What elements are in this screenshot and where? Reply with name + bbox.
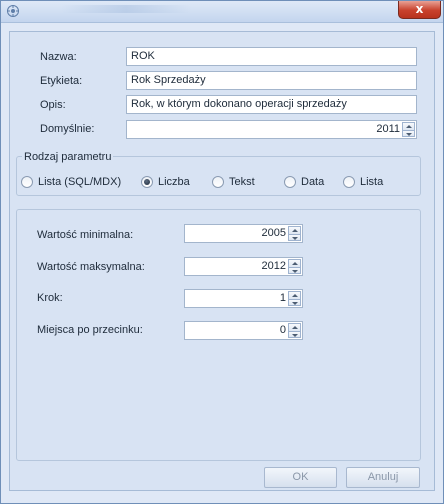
cancel-button[interactable]: Anuluj: [346, 467, 420, 488]
radio-data[interactable]: Data: [284, 175, 324, 189]
param-type-title: Rodzaj parametru: [22, 151, 114, 163]
nazwa-label: Nazwa:: [40, 51, 77, 63]
spin-up-icon[interactable]: [402, 122, 415, 130]
spin-up-icon[interactable]: [288, 226, 301, 234]
opis-label: Opis:: [40, 99, 66, 111]
min-value-label: Wartość minimalna:: [37, 229, 134, 241]
ok-button[interactable]: OK: [264, 467, 337, 488]
radio-liczba-label: Liczba: [158, 176, 190, 188]
domyslnie-label: Domyślnie:: [40, 123, 95, 135]
domyslnie-value[interactable]: 2011: [376, 123, 400, 136]
spin-up-icon[interactable]: [288, 323, 301, 331]
step-label: Krok:: [37, 292, 63, 304]
spin-down-icon[interactable]: [402, 130, 415, 137]
radio-lista-sql[interactable]: Lista (SQL/MDX): [21, 175, 121, 189]
radio-liczba-icon[interactable]: [141, 176, 153, 188]
radio-tekst[interactable]: Tekst: [212, 175, 255, 189]
spin-up-icon[interactable]: [288, 259, 301, 267]
spin-down-icon[interactable]: [288, 234, 301, 241]
decimals-spinner[interactable]: 0: [184, 321, 303, 340]
min-value[interactable]: 2005: [262, 227, 286, 240]
dialog-body: Nazwa: ROK Etykieta: Rok Sprzedaży Opis:…: [9, 31, 435, 491]
app-icon: [6, 4, 20, 18]
step-spinner[interactable]: 1: [184, 289, 303, 308]
radio-lista-sql-label: Lista (SQL/MDX): [38, 176, 122, 188]
title-bar[interactable]: x: [1, 1, 443, 23]
spin-down-icon[interactable]: [288, 331, 301, 338]
decimals-value[interactable]: 0: [280, 324, 286, 337]
radio-lista-label: Lista: [360, 176, 384, 188]
radio-lista-icon[interactable]: [343, 176, 355, 188]
radio-data-label: Data: [301, 176, 325, 188]
spin-down-icon[interactable]: [288, 299, 301, 306]
spin-up-icon[interactable]: [288, 291, 301, 299]
radio-lista[interactable]: Lista: [343, 175, 383, 189]
spin-down-icon[interactable]: [288, 267, 301, 274]
radio-data-icon[interactable]: [284, 176, 296, 188]
opis-input[interactable]: Rok, w którym dokonano operacji sprzedaż…: [126, 95, 417, 114]
radio-tekst-label: Tekst: [229, 176, 255, 188]
min-value-spinner[interactable]: 2005: [184, 224, 303, 243]
etykieta-input[interactable]: Rok Sprzedaży: [126, 71, 417, 90]
max-value[interactable]: 2012: [262, 260, 286, 273]
dialog-window: x Nazwa: ROK Etykieta: Rok Sprzedaży Opi…: [0, 0, 444, 504]
radio-lista-sql-icon[interactable]: [21, 176, 33, 188]
radio-liczba[interactable]: Liczba: [141, 175, 190, 189]
decimals-label: Miejsca po przecinku:: [37, 324, 143, 336]
max-value-spinner[interactable]: 2012: [184, 257, 303, 276]
step-value[interactable]: 1: [280, 292, 286, 305]
max-value-label: Wartość maksymalna:: [37, 261, 145, 273]
title-text-blurred: [61, 5, 191, 13]
radio-tekst-icon[interactable]: [212, 176, 224, 188]
close-button[interactable]: x: [398, 1, 441, 19]
nazwa-input[interactable]: ROK: [126, 47, 417, 66]
etykieta-label: Etykieta:: [40, 75, 83, 87]
domyslnie-spinner[interactable]: 2011: [126, 120, 417, 139]
